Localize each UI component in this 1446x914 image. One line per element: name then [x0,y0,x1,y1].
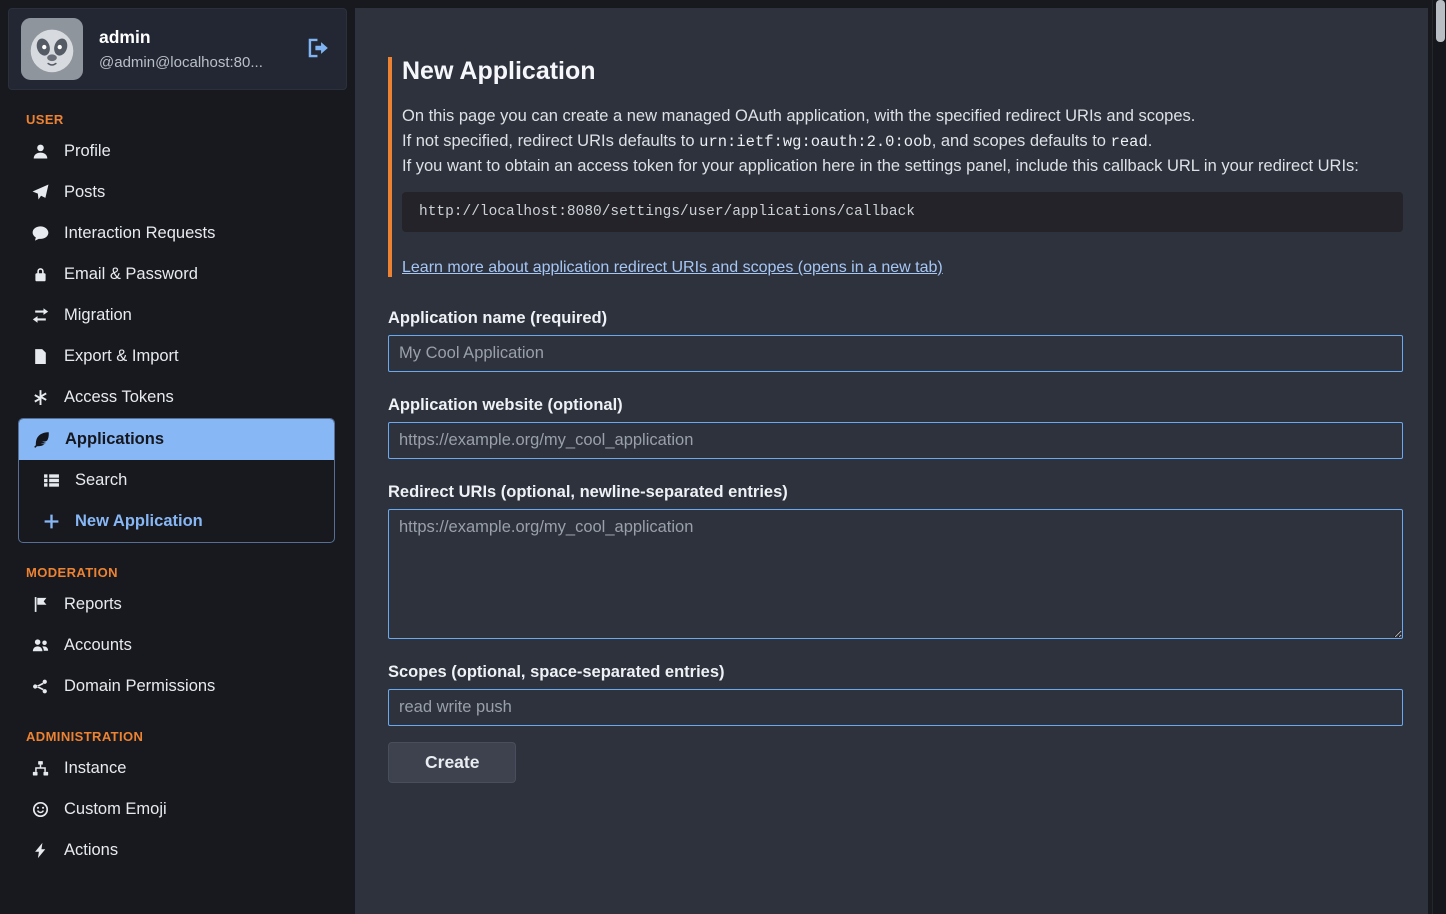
users-icon [30,637,50,654]
intro-line-1: On this page you can create a new manage… [402,104,1403,129]
sidebar-item-actions[interactable]: Actions [18,830,335,871]
user-handle: @admin@localhost:80... [99,54,290,71]
sidebar-item-label: Reports [64,595,122,614]
sidebar-nav-user: Profile Posts Interaction Requests Email… [18,131,335,543]
sitemap-icon [30,760,50,777]
sidebar-item-label: Instance [64,759,126,778]
comment-icon [30,225,50,242]
application-website-label: Application website (optional) [388,396,1403,415]
sidebar-item-label: Actions [64,841,118,860]
intro-text: If not specified, redirect URIs defaults… [402,132,699,150]
exchange-arrows-icon [30,307,50,324]
user-card[interactable]: admin @admin@localhost:80... [8,8,347,90]
sidebar-nav-administration: Instance Custom Emoji Actions [18,748,335,871]
logout-icon[interactable] [306,36,332,62]
sidebar-item-label: Export & Import [64,347,179,366]
app-root: admin @admin@localhost:80... USER Profil… [0,0,1446,914]
applications-group: Applications Search New Application [18,418,335,543]
sidebar-item-custom-emoji[interactable]: Custom Emoji [18,789,335,830]
intro-line-2: If not specified, redirect URIs defaults… [402,129,1403,155]
feather-pen-icon [31,431,51,448]
application-website-group: Application website (optional) [388,396,1403,459]
docs-block: New Application On this page you can cre… [388,57,1403,277]
new-application-form: Application name (required) Application … [388,309,1403,783]
scopes-label: Scopes (optional, space-separated entrie… [388,663,1403,682]
sidebar-item-label: Accounts [64,636,132,655]
avatar [21,18,83,80]
sidebar-item-label: Applications [65,430,164,449]
sidebar-item-accounts[interactable]: Accounts [18,625,335,666]
user-icon [30,143,50,160]
sidebar-item-label: Custom Emoji [64,800,167,819]
sidebar-item-label: Interaction Requests [64,224,215,243]
paper-plane-icon [30,184,50,201]
sidebar: admin @admin@localhost:80... USER Profil… [0,0,355,914]
learn-more-link[interactable]: Learn more about application redirect UR… [402,259,943,277]
user-name: admin [99,27,290,48]
sidebar-item-new-application[interactable]: New Application [19,501,334,542]
redirect-uris-textarea[interactable] [388,509,1403,639]
intro-line-3: If you want to obtain an access token fo… [402,154,1403,179]
sidebar-item-search[interactable]: Search [19,460,334,501]
sidebar-item-reports[interactable]: Reports [18,584,335,625]
flag-icon [30,596,50,613]
sidebar-item-instance[interactable]: Instance [18,748,335,789]
sidebar-item-label: Search [75,471,127,490]
sidebar-item-email-password[interactable]: Email & Password [18,254,335,295]
user-meta: admin @admin@localhost:80... [99,27,290,71]
sidebar-nav-moderation: Reports Accounts Domain Permissions [18,584,335,707]
inline-code-read: read [1111,133,1148,151]
application-name-input[interactable] [388,335,1403,372]
file-export-icon [30,348,50,365]
sidebar-item-label: New Application [75,512,203,531]
sidebar-item-applications[interactable]: Applications [19,419,334,460]
redirect-uris-label: Redirect URIs (optional, newline-separat… [388,483,1403,502]
scrollbar-thumb[interactable] [1436,0,1445,42]
application-name-label: Application name (required) [388,309,1403,328]
inline-code-oob: urn:ietf:wg:oauth:2.0:oob [699,133,932,151]
asterisk-icon [30,389,50,406]
redirect-uris-group: Redirect URIs (optional, newline-separat… [388,483,1403,639]
sidebar-item-label: Migration [64,306,132,325]
sidebar-item-interaction-requests[interactable]: Interaction Requests [18,213,335,254]
intro-text: . [1148,132,1153,150]
smiley-icon [30,801,50,818]
page-title: New Application [402,57,1403,86]
sidebar-item-label: Access Tokens [64,388,174,407]
applications-submenu: Search New Application [19,460,334,542]
scopes-group: Scopes (optional, space-separated entrie… [388,663,1403,726]
sidebar-item-access-tokens[interactable]: Access Tokens [18,377,335,418]
application-name-group: Application name (required) [388,309,1403,372]
sidebar-item-label: Profile [64,142,111,161]
callback-url-code-block: http://localhost:8080/settings/user/appl… [402,192,1403,232]
plus-icon [41,513,61,530]
scopes-input[interactable] [388,689,1403,726]
sidebar-item-label: Domain Permissions [64,677,215,696]
sidebar-item-domain-permissions[interactable]: Domain Permissions [18,666,335,707]
sidebar-item-migration[interactable]: Migration [18,295,335,336]
application-website-input[interactable] [388,422,1403,459]
lock-icon [30,266,50,283]
sidebar-section-administration: ADMINISTRATION [26,729,335,744]
list-icon [41,472,61,489]
scrollbar-track[interactable] [1432,0,1446,914]
sidebar-item-posts[interactable]: Posts [18,172,335,213]
network-dots-icon [30,678,50,695]
bolt-icon [30,842,50,859]
intro-text: , and scopes defaults to [932,132,1111,150]
main-panel: New Application On this page you can cre… [355,8,1428,914]
create-button[interactable]: Create [388,742,516,783]
main-wrap: New Application On this page you can cre… [355,0,1432,914]
sidebar-section-user: USER [26,112,335,127]
sidebar-item-label: Posts [64,183,105,202]
sidebar-item-export-import[interactable]: Export & Import [18,336,335,377]
sidebar-item-profile[interactable]: Profile [18,131,335,172]
sidebar-item-label: Email & Password [64,265,198,284]
sidebar-section-moderation: MODERATION [26,565,335,580]
